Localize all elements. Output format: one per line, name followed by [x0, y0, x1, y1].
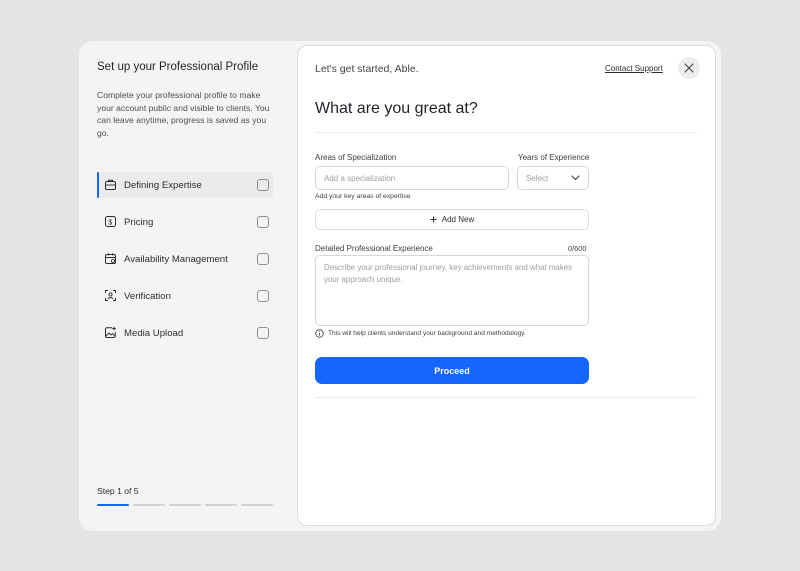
- divider: [315, 132, 697, 133]
- step-checkbox[interactable]: [257, 179, 269, 191]
- step-checkbox[interactable]: [257, 216, 269, 228]
- specialization-input[interactable]: Add a specialization: [315, 166, 509, 190]
- step-availability-management[interactable]: Availability Management: [97, 246, 273, 272]
- proceed-button[interactable]: Proceed: [315, 357, 589, 384]
- progress-segment: [97, 504, 129, 506]
- page-title: What are you great at?: [315, 100, 478, 117]
- details-info-text: This will help clients understand your b…: [328, 330, 526, 337]
- progress-segment: [241, 504, 273, 506]
- step-label: Verification: [124, 291, 171, 302]
- step-label: Availability Management: [124, 254, 228, 265]
- experience-select[interactable]: Select: [517, 166, 589, 190]
- progress-segment: [169, 504, 201, 506]
- add-new-button[interactable]: Add New: [315, 209, 589, 230]
- step-label: Defining Expertise: [124, 180, 202, 191]
- step-media-upload[interactable]: Media Upload: [97, 320, 273, 346]
- character-counter: 0/600: [568, 244, 587, 253]
- details-textarea[interactable]: Describe your professional journey, key …: [315, 255, 589, 326]
- image-upload-icon: [104, 326, 117, 339]
- close-button[interactable]: [678, 57, 700, 79]
- step-progress-bar: [97, 504, 273, 506]
- add-new-label: Add New: [441, 215, 475, 224]
- close-icon: [684, 63, 694, 73]
- specialization-label: Areas of Specialization: [315, 153, 397, 162]
- face-scan-icon: [104, 289, 117, 302]
- chevron-down-icon: [571, 175, 580, 181]
- greeting-text: Let's get started, Able.: [315, 63, 419, 75]
- sidebar: Set up your Professional Profile Complet…: [79, 41, 296, 531]
- step-checkbox[interactable]: [257, 290, 269, 302]
- progress-segment: [133, 504, 165, 506]
- specialization-hint: Add your key areas of expertise: [315, 193, 411, 200]
- divider: [315, 397, 697, 398]
- calendar-icon: [104, 252, 117, 265]
- step-checkbox[interactable]: [257, 327, 269, 339]
- details-label: Detailed Professional Experience: [315, 244, 433, 253]
- step-defining-expertise[interactable]: Defining Expertise: [97, 172, 273, 198]
- progress-segment: [205, 504, 237, 506]
- experience-select-value: Select: [526, 174, 549, 183]
- step-label: Pricing: [124, 217, 154, 228]
- svg-text:$: $: [108, 220, 112, 227]
- step-checkbox[interactable]: [257, 253, 269, 265]
- briefcase-icon: [104, 178, 117, 191]
- step-label: Media Upload: [124, 328, 184, 339]
- onboarding-card: Set up your Professional Profile Complet…: [79, 41, 721, 531]
- sidebar-title: Set up your Professional Profile: [97, 61, 259, 73]
- contact-support-link[interactable]: Contact Support: [605, 64, 663, 73]
- step-pricing[interactable]: $ Pricing: [97, 209, 273, 235]
- step-counter: Step 1 of 5: [97, 486, 139, 496]
- details-info: This will help clients understand your b…: [315, 329, 526, 338]
- price-tag-icon: $: [104, 215, 117, 228]
- step-verification[interactable]: Verification: [97, 283, 273, 309]
- form-panel: Let's get started, Able. Contact Support…: [297, 45, 716, 526]
- experience-label: Years of Experience: [518, 153, 590, 162]
- sidebar-description: Complete your professional profile to ma…: [97, 90, 270, 138]
- info-icon: [315, 329, 324, 338]
- plus-icon: [430, 216, 437, 223]
